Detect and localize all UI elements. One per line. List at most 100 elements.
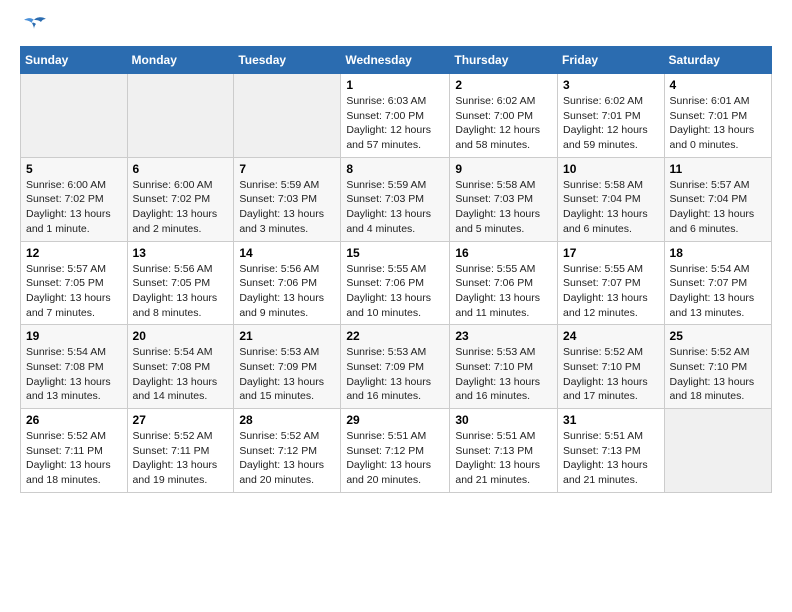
- calendar-week-row: 19 Sunrise: 5:54 AM Sunset: 7:08 PM Dayli…: [21, 325, 772, 409]
- calendar-table: SundayMondayTuesdayWednesdayThursdayFrid…: [20, 46, 772, 493]
- day-info: Sunrise: 5:53 AM Sunset: 7:09 PM Dayligh…: [346, 345, 444, 404]
- weekday-header-saturday: Saturday: [664, 47, 771, 74]
- day-number: 28: [239, 413, 335, 427]
- calendar-day-cell: 17 Sunrise: 5:55 AM Sunset: 7:07 PM Dayli…: [558, 241, 665, 325]
- calendar-day-cell: 21 Sunrise: 5:53 AM Sunset: 7:09 PM Dayli…: [234, 325, 341, 409]
- day-number: 1: [346, 78, 444, 92]
- day-number: 4: [670, 78, 766, 92]
- calendar-day-cell: 7Sunrise: 5:59 AM Sunset: 7:03 PM Daylig…: [234, 157, 341, 241]
- calendar-day-cell: 6Sunrise: 6:00 AM Sunset: 7:02 PM Daylig…: [127, 157, 234, 241]
- day-number: 9: [455, 162, 552, 176]
- day-info: Sunrise: 5:59 AM Sunset: 7:03 PM Dayligh…: [346, 178, 444, 237]
- day-number: 6: [133, 162, 229, 176]
- weekday-header-monday: Monday: [127, 47, 234, 74]
- day-number: 18: [670, 246, 766, 260]
- logo: [20, 16, 52, 38]
- day-number: 10: [563, 162, 659, 176]
- calendar-day-cell: 16 Sunrise: 5:55 AM Sunset: 7:06 PM Dayli…: [450, 241, 558, 325]
- calendar-day-cell: 20Sunrise: 5:54 AM Sunset: 7:08 PM Dayli…: [127, 325, 234, 409]
- day-number: 30: [455, 413, 552, 427]
- weekday-header-thursday: Thursday: [450, 47, 558, 74]
- calendar-week-row: 26Sunrise: 5:52 AM Sunset: 7:11 PM Dayli…: [21, 409, 772, 493]
- calendar-day-cell: 3Sunrise: 6:02 AM Sunset: 7:01 PM Daylig…: [558, 74, 665, 158]
- day-number: 12: [26, 246, 122, 260]
- calendar-day-cell: 11 Sunrise: 5:57 AM Sunset: 7:04 PM Dayli…: [664, 157, 771, 241]
- day-info: Sunrise: 5:54 AM Sunset: 7:08 PM Dayligh…: [26, 345, 122, 404]
- calendar-day-cell: 24Sunrise: 5:52 AM Sunset: 7:10 PM Dayli…: [558, 325, 665, 409]
- calendar-week-row: 5 Sunrise: 6:00 AM Sunset: 7:02 PM Daylig…: [21, 157, 772, 241]
- day-number: 21: [239, 329, 335, 343]
- weekday-header-row: SundayMondayTuesdayWednesdayThursdayFrid…: [21, 47, 772, 74]
- calendar-day-cell: 23 Sunrise: 5:53 AM Sunset: 7:10 PM Dayli…: [450, 325, 558, 409]
- day-number: 2: [455, 78, 552, 92]
- calendar-day-cell: 31Sunrise: 5:51 AM Sunset: 7:13 PM Dayli…: [558, 409, 665, 493]
- calendar-day-cell: [127, 74, 234, 158]
- calendar-day-cell: 12 Sunrise: 5:57 AM Sunset: 7:05 PM Dayli…: [21, 241, 128, 325]
- calendar-day-cell: 5 Sunrise: 6:00 AM Sunset: 7:02 PM Daylig…: [21, 157, 128, 241]
- calendar-day-cell: 30 Sunrise: 5:51 AM Sunset: 7:13 PM Dayli…: [450, 409, 558, 493]
- calendar-day-cell: 8 Sunrise: 5:59 AM Sunset: 7:03 PM Daylig…: [341, 157, 450, 241]
- day-info: Sunrise: 5:57 AM Sunset: 7:05 PM Dayligh…: [26, 262, 122, 321]
- weekday-header-sunday: Sunday: [21, 47, 128, 74]
- day-number: 11: [670, 162, 766, 176]
- day-info: Sunrise: 6:00 AM Sunset: 7:02 PM Dayligh…: [26, 178, 122, 237]
- day-info: Sunrise: 5:52 AM Sunset: 7:11 PM Dayligh…: [133, 429, 229, 488]
- day-info: Sunrise: 5:55 AM Sunset: 7:06 PM Dayligh…: [346, 262, 444, 321]
- day-number: 20: [133, 329, 229, 343]
- day-info: Sunrise: 5:52 AM Sunset: 7:12 PM Dayligh…: [239, 429, 335, 488]
- day-number: 15: [346, 246, 444, 260]
- day-info: Sunrise: 5:52 AM Sunset: 7:10 PM Dayligh…: [670, 345, 766, 404]
- day-info: Sunrise: 5:58 AM Sunset: 7:03 PM Dayligh…: [455, 178, 552, 237]
- calendar-day-cell: 22 Sunrise: 5:53 AM Sunset: 7:09 PM Dayli…: [341, 325, 450, 409]
- calendar-day-cell: 14Sunrise: 5:56 AM Sunset: 7:06 PM Dayli…: [234, 241, 341, 325]
- day-number: 3: [563, 78, 659, 92]
- day-number: 16: [455, 246, 552, 260]
- calendar-day-cell: 9 Sunrise: 5:58 AM Sunset: 7:03 PM Daylig…: [450, 157, 558, 241]
- day-info: Sunrise: 6:01 AM Sunset: 7:01 PM Dayligh…: [670, 94, 766, 153]
- day-number: 5: [26, 162, 122, 176]
- day-number: 27: [133, 413, 229, 427]
- calendar-week-row: 12 Sunrise: 5:57 AM Sunset: 7:05 PM Dayli…: [21, 241, 772, 325]
- calendar-day-cell: [664, 409, 771, 493]
- header: [20, 16, 772, 38]
- day-info: Sunrise: 5:52 AM Sunset: 7:11 PM Dayligh…: [26, 429, 122, 488]
- day-info: Sunrise: 5:51 AM Sunset: 7:13 PM Dayligh…: [563, 429, 659, 488]
- calendar-day-cell: 2 Sunrise: 6:02 AM Sunset: 7:00 PM Daylig…: [450, 74, 558, 158]
- day-info: Sunrise: 6:02 AM Sunset: 7:00 PM Dayligh…: [455, 94, 552, 153]
- day-info: Sunrise: 5:52 AM Sunset: 7:10 PM Dayligh…: [563, 345, 659, 404]
- calendar-day-cell: 26Sunrise: 5:52 AM Sunset: 7:11 PM Dayli…: [21, 409, 128, 493]
- day-number: 14: [239, 246, 335, 260]
- calendar-day-cell: 18Sunrise: 5:54 AM Sunset: 7:07 PM Dayli…: [664, 241, 771, 325]
- calendar-day-cell: 19 Sunrise: 5:54 AM Sunset: 7:08 PM Dayli…: [21, 325, 128, 409]
- day-number: 25: [670, 329, 766, 343]
- day-info: Sunrise: 5:56 AM Sunset: 7:05 PM Dayligh…: [133, 262, 229, 321]
- calendar-day-cell: 13Sunrise: 5:56 AM Sunset: 7:05 PM Dayli…: [127, 241, 234, 325]
- day-info: Sunrise: 5:55 AM Sunset: 7:07 PM Dayligh…: [563, 262, 659, 321]
- calendar-week-row: 1 Sunrise: 6:03 AM Sunset: 7:00 PM Daylig…: [21, 74, 772, 158]
- day-info: Sunrise: 5:57 AM Sunset: 7:04 PM Dayligh…: [670, 178, 766, 237]
- calendar-day-cell: [21, 74, 128, 158]
- calendar-day-cell: 4 Sunrise: 6:01 AM Sunset: 7:01 PM Daylig…: [664, 74, 771, 158]
- day-info: Sunrise: 6:03 AM Sunset: 7:00 PM Dayligh…: [346, 94, 444, 153]
- day-info: Sunrise: 5:58 AM Sunset: 7:04 PM Dayligh…: [563, 178, 659, 237]
- day-number: 22: [346, 329, 444, 343]
- weekday-header-wednesday: Wednesday: [341, 47, 450, 74]
- weekday-header-tuesday: Tuesday: [234, 47, 341, 74]
- day-number: 8: [346, 162, 444, 176]
- day-number: 17: [563, 246, 659, 260]
- day-info: Sunrise: 5:51 AM Sunset: 7:13 PM Dayligh…: [455, 429, 552, 488]
- day-info: Sunrise: 5:55 AM Sunset: 7:06 PM Dayligh…: [455, 262, 552, 321]
- weekday-header-friday: Friday: [558, 47, 665, 74]
- calendar-day-cell: 25 Sunrise: 5:52 AM Sunset: 7:10 PM Dayli…: [664, 325, 771, 409]
- calendar-day-cell: [234, 74, 341, 158]
- day-number: 29: [346, 413, 444, 427]
- day-number: 23: [455, 329, 552, 343]
- day-info: Sunrise: 5:51 AM Sunset: 7:12 PM Dayligh…: [346, 429, 444, 488]
- calendar-day-cell: 1 Sunrise: 6:03 AM Sunset: 7:00 PM Daylig…: [341, 74, 450, 158]
- calendar-day-cell: 15 Sunrise: 5:55 AM Sunset: 7:06 PM Dayli…: [341, 241, 450, 325]
- day-info: Sunrise: 5:53 AM Sunset: 7:09 PM Dayligh…: [239, 345, 335, 404]
- day-number: 19: [26, 329, 122, 343]
- day-info: Sunrise: 5:53 AM Sunset: 7:10 PM Dayligh…: [455, 345, 552, 404]
- calendar-day-cell: 28 Sunrise: 5:52 AM Sunset: 7:12 PM Dayli…: [234, 409, 341, 493]
- logo-bird-icon: [20, 16, 48, 38]
